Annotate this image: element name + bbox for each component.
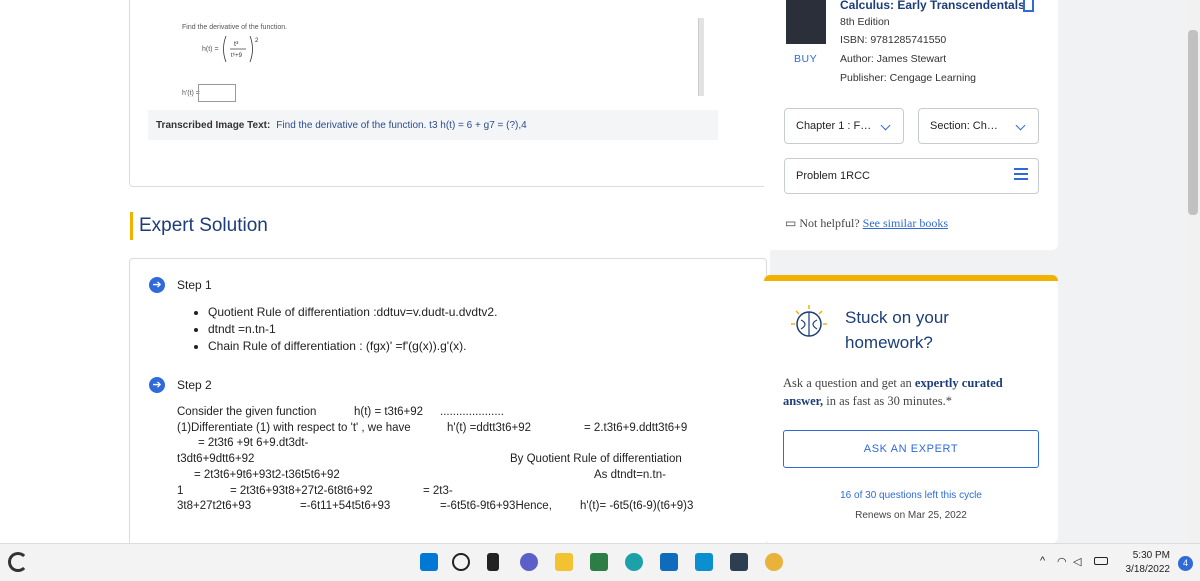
wifi-icon[interactable]: ◠	[1057, 555, 1067, 568]
stuck-desc-text: in as fast as 30 minutes.*	[823, 394, 952, 408]
step2-text: =-6t11+54t5t6+93	[300, 500, 391, 512]
questions-left-text: 16 of 30 questions left this cycle	[840, 490, 982, 501]
chevron-down-icon	[880, 120, 891, 131]
main-content: Find the derivative of the function. h(t…	[0, 0, 770, 558]
step2-text: = 2t3t6+9t6+93t2-t36t5t6+92	[194, 469, 340, 481]
svg-text:2: 2	[255, 38, 259, 44]
clock-date: 3/18/2022	[1125, 564, 1171, 575]
notification-badge[interactable]: 4	[1178, 556, 1193, 571]
chevron-down-icon	[1015, 120, 1026, 131]
search-icon[interactable]	[452, 553, 470, 571]
chapter-select-value: Chapter 1 : F…	[796, 120, 872, 132]
section-select-value: Section: Ch…	[930, 120, 998, 132]
problem-select-value: Problem 1RCC	[796, 170, 870, 182]
book-edition: 8th Edition	[840, 16, 890, 28]
step2-text: Consider the given function	[177, 406, 317, 418]
book-icon: ▭	[785, 216, 797, 230]
book-isbn: ISBN: 9781285741550	[840, 34, 947, 46]
svg-text:t³: t³	[234, 41, 239, 48]
question-image: Find the derivative of the function. h(t…	[170, 14, 710, 102]
chat-icon[interactable]	[520, 553, 538, 571]
buy-button[interactable]: BUY	[794, 53, 817, 65]
image-prompt-text: Find the derivative of the function.	[182, 24, 288, 31]
step2-text: (1)Differentiate (1) with respect to 't'…	[177, 422, 411, 434]
problem-select[interactable]: Problem 1RCC	[784, 158, 1039, 194]
step2-text: h'(t)= -6t5(t6-9)(t6+9)3	[580, 500, 694, 512]
expert-solution-heading: Expert Solution	[130, 212, 268, 240]
not-helpful-text: Not helpful?	[799, 216, 860, 230]
see-similar-books-link[interactable]: See similar books	[863, 216, 948, 230]
step1-title[interactable]: Step 1	[177, 278, 212, 292]
svg-text:t⁶+9: t⁶+9	[231, 52, 243, 59]
section-select[interactable]: Section: Ch…	[918, 108, 1039, 144]
browser-page: Find the derivative of the function. h(t…	[0, 0, 1200, 581]
image-scroll-strip	[698, 18, 704, 96]
photos-icon[interactable]	[730, 553, 748, 571]
brain-icon	[791, 305, 827, 337]
step2-text: h'(t) =ddtt3t6+92	[447, 422, 532, 434]
answer-input-box	[198, 84, 236, 102]
transcribed-label: Transcribed Image Text:	[156, 119, 271, 131]
chapter-select[interactable]: Chapter 1 : F…	[784, 108, 904, 144]
scroll-thumb[interactable]	[1188, 30, 1198, 215]
bookmark-icon[interactable]	[1023, 0, 1034, 12]
step2-text: h(t) = t3t6+92	[354, 406, 424, 418]
image-ht-label: h(t) =	[202, 46, 219, 53]
transcribed-image-text: Transcribed Image Text: Find the derivat…	[148, 110, 718, 140]
list-icon	[1014, 168, 1028, 184]
app-icon[interactable]	[695, 553, 713, 571]
task-view-icon[interactable]	[487, 553, 499, 571]
stuck-description: Ask a question and get an expertly curat…	[783, 374, 1038, 410]
step2-text: = 2t3t6+93t8+27t2-6t8t6+92	[230, 485, 373, 497]
chevron-up-icon[interactable]: ^	[1040, 555, 1045, 567]
windows-start-icon[interactable]	[420, 553, 438, 571]
fraction-graphic: t³ t⁶+9 2	[223, 35, 259, 63]
book-title[interactable]: Calculus: Early Transcendentals	[840, 0, 1025, 12]
volume-icon[interactable]: ◁	[1073, 555, 1081, 568]
step2-text: 3t8+27t2t6+93	[177, 500, 252, 512]
renews-text: Renews on Mar 25, 2022	[855, 510, 967, 521]
battery-icon[interactable]	[1094, 557, 1108, 565]
step2-text: ....................	[440, 406, 504, 418]
edge-icon[interactable]	[625, 553, 643, 571]
file-explorer-icon[interactable]	[555, 553, 573, 571]
step-arrow-icon[interactable]: ➔	[149, 377, 165, 393]
step1-bullets: Quotient Rule of differentiation :ddtuv=…	[192, 305, 497, 356]
ask-an-expert-button[interactable]: ASK AN EXPERT	[783, 430, 1039, 468]
step2-text: 1	[177, 485, 184, 497]
book-cover-image[interactable]	[786, 0, 826, 44]
app-icon[interactable]	[660, 553, 678, 571]
book-publisher: Publisher: Cengage Learning	[840, 72, 977, 84]
book-author: Author: James Stewart	[840, 53, 947, 65]
store-icon[interactable]	[590, 553, 608, 571]
step1-bullet: Quotient Rule of differentiation :ddtuv=…	[208, 305, 497, 319]
step2-text: = 2t3-	[423, 485, 453, 497]
stuck-title: Stuck on your homework?	[845, 308, 949, 352]
step2-text: t3dt6+9dtt6+92	[177, 453, 255, 465]
step2-title[interactable]: Step 2	[177, 378, 212, 392]
not-helpful-row: ▭ Not helpful? See similar books	[785, 216, 948, 231]
step1-bullet: Chain Rule of differentiation : (fgx)' =…	[208, 339, 497, 353]
step2-text: As dtndt=n.tn-	[594, 469, 666, 481]
clock[interactable]: 5:30 PM 3/18/2022	[1126, 549, 1171, 577]
step1-bullet: dtndt =n.tn-1	[208, 322, 497, 336]
step2-text: =-6t5t6-9t6+93Hence,	[440, 500, 552, 512]
loading-spinner-icon	[8, 552, 28, 572]
transcribed-text: Find the derivative of the function. t3 …	[276, 119, 527, 131]
stuck-desc-text: Ask a question and get an	[783, 376, 915, 390]
chrome-icon[interactable]	[765, 553, 783, 571]
clock-time: 5:30 PM	[1132, 550, 1170, 561]
step2-text: By Quotient Rule of differentiation	[510, 453, 682, 465]
step2-text: = 2.t3t6+9.ddtt3t6+9	[584, 422, 688, 434]
step2-text: = 2t3t6 +9t 6+9.dt3dt-	[198, 437, 309, 449]
step-arrow-icon[interactable]: ➔	[149, 277, 165, 293]
